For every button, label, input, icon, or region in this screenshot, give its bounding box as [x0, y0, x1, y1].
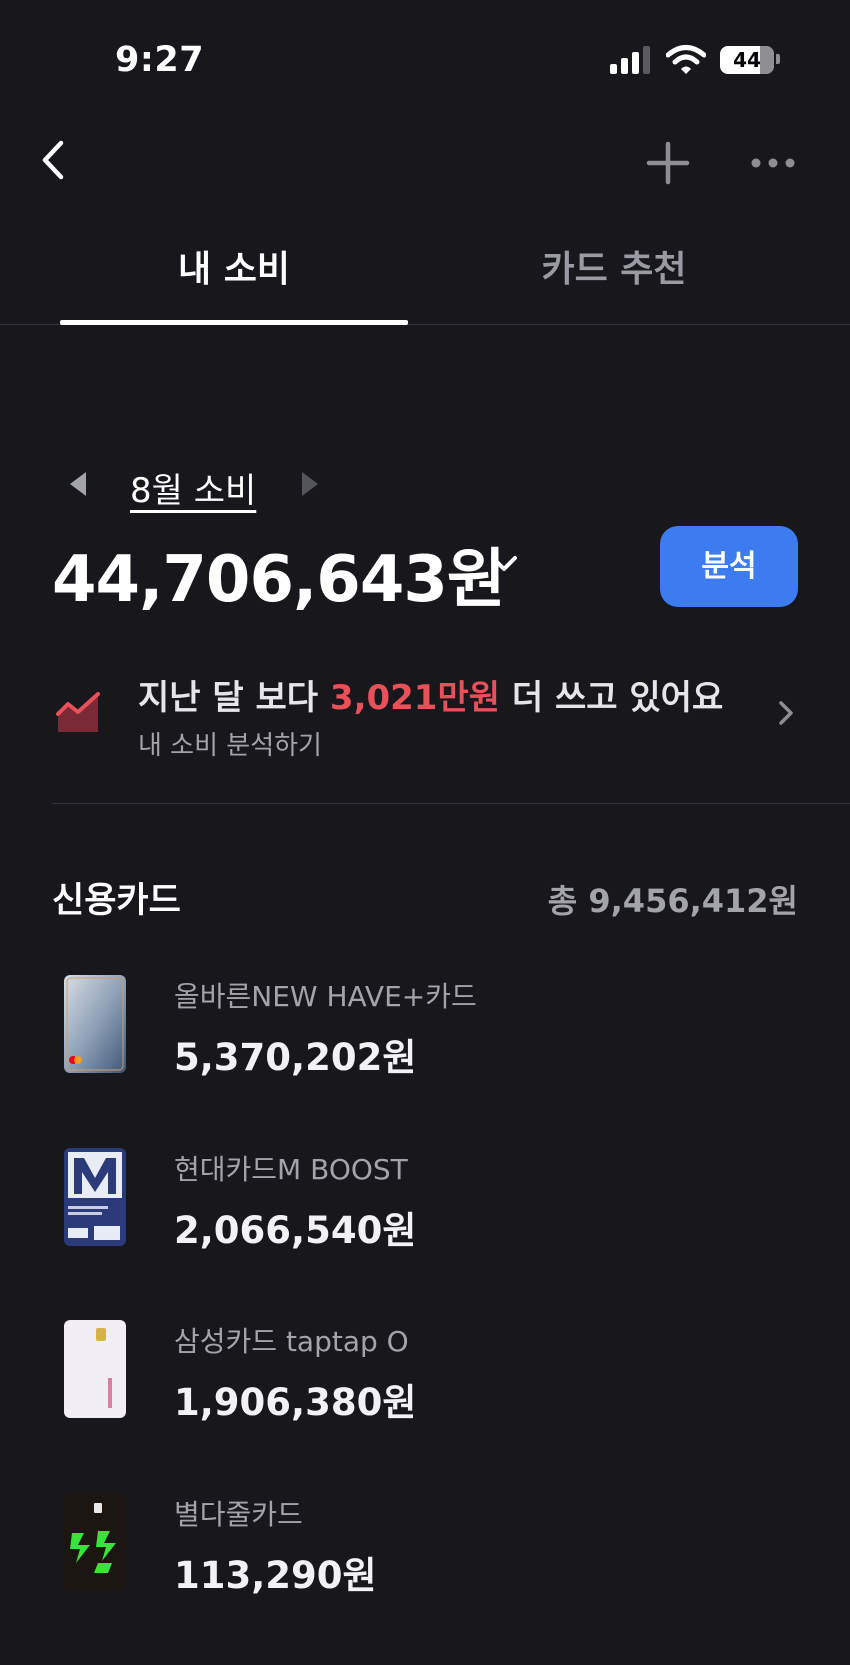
card-amount: 1,906,380원 [174, 1381, 417, 1424]
previous-month-button[interactable] [66, 470, 90, 498]
card-image [64, 1320, 126, 1418]
plus-icon [646, 141, 690, 185]
card-name: 별다줄카드 [174, 1498, 303, 1531]
triangle-right-icon [302, 472, 318, 496]
spending-comparison-row[interactable]: 지난 달 보다 3,021만원 더 쓰고 있어요 내 소비 분석하기 [50, 660, 810, 770]
status-icons: 44 [608, 44, 783, 84]
credit-card-section-title: 신용카드 [52, 881, 181, 921]
card-image [64, 1493, 126, 1591]
next-month-button[interactable] [298, 470, 322, 498]
card-row-byeoldajul[interactable]: 별다줄카드 113,290원 [52, 1493, 812, 1613]
chevron-right-icon [779, 701, 793, 725]
credit-card-section-total: 총 9,456,412원 [547, 882, 798, 920]
comparison-subtitle: 내 소비 분석하기 [138, 731, 322, 761]
more-horizontal-icon [751, 158, 795, 168]
active-tab-indicator [60, 320, 408, 325]
status-time: 9:27 [115, 40, 205, 80]
card-amount: 2,066,540원 [174, 1209, 417, 1252]
comparison-difference: 3,021만원 [329, 678, 501, 718]
more-options-button[interactable] [748, 145, 798, 181]
triangle-left-icon [70, 472, 86, 496]
card-amount: 113,290원 [174, 1554, 377, 1597]
card-amount: 5,370,202원 [174, 1036, 417, 1079]
comparison-message: 지난 달 보다 3,021만원 더 쓰고 있어요 [138, 678, 724, 718]
tab-card-recommendation[interactable]: 카드 추천 [440, 240, 788, 292]
card-name: 올바른NEW HAVE+카드 [174, 980, 477, 1013]
wifi-icon [666, 45, 706, 74]
tab-my-spending[interactable]: 내 소비 [60, 240, 408, 292]
card-image [64, 975, 126, 1073]
card-name: 현대카드M BOOST [174, 1153, 408, 1186]
analysis-button[interactable]: 분석 [660, 526, 798, 607]
battery-level: 44 [733, 48, 761, 72]
card-row-have-plus[interactable]: 올바른NEW HAVE+카드 5,370,202원 [52, 975, 812, 1095]
total-expand-button[interactable] [488, 552, 520, 576]
card-row-m-boost[interactable]: 현대카드M BOOST 2,066,540원 [52, 1148, 812, 1268]
back-button[interactable] [35, 135, 75, 185]
chevron-down-icon [491, 556, 517, 571]
cellular-signal-icon [610, 46, 650, 74]
total-spending-amount: 44,706,643원 [52, 543, 506, 617]
chevron-left-icon [42, 140, 64, 180]
card-image [64, 1148, 126, 1246]
card-row-taptap-o[interactable]: 삼성카드 taptap O 1,906,380원 [52, 1320, 812, 1440]
trend-chart-icon [56, 692, 100, 732]
card-name: 삼성카드 taptap O [174, 1325, 409, 1358]
section-divider [52, 803, 850, 804]
month-selector[interactable]: 8월 소비 [130, 463, 256, 512]
battery-icon: 44 [720, 46, 774, 74]
add-button[interactable] [645, 140, 691, 186]
